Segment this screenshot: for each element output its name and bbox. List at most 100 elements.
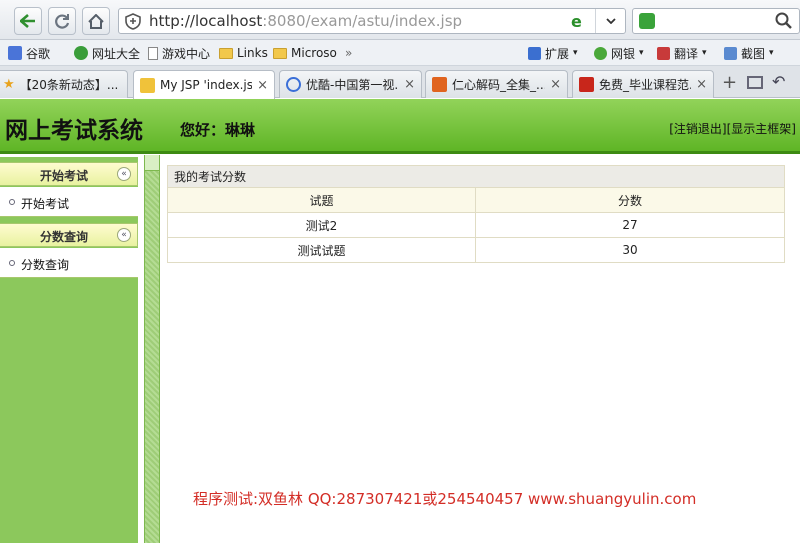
undo-close-icon[interactable]: ↶ [772, 72, 785, 91]
url-host: http://localhost [149, 12, 263, 30]
developer-note: 程序测试:双鱼林 QQ:287307421或254540457 www.shua… [193, 490, 697, 508]
collapse-icon[interactable]: « [117, 228, 131, 242]
site-header: 网上考试系统 您好：琳琳 [注销退出][显示主框架] [0, 99, 800, 154]
extensions-button[interactable]: 扩展 ▾ [528, 44, 578, 62]
home-button[interactable] [82, 7, 110, 35]
back-button[interactable] [14, 7, 42, 35]
caret-down-icon: ▾ [639, 48, 644, 58]
soku-icon [432, 77, 447, 92]
globe-icon [74, 46, 88, 60]
bookmarks-overflow-button[interactable]: » [345, 44, 352, 62]
table-caption-row: 我的考试分数 [167, 165, 785, 188]
address-dropdown-button[interactable] [595, 9, 625, 33]
bookmark-label: 网址大全 [92, 46, 141, 61]
address-bar[interactable]: http://localhost:8080/exam/astu/index.js… [118, 8, 626, 34]
home-icon [88, 13, 104, 29]
tab-close-button[interactable]: × [257, 78, 268, 93]
section-title: 分数查询 [40, 230, 89, 244]
sidebar: 开始考试 « 开始考试 分数查询 « 分数查询 [0, 157, 138, 543]
splitter-toggle[interactable] [145, 155, 159, 171]
collapse-icon[interactable]: « [117, 167, 131, 181]
bookmark-google[interactable]: 谷歌 [8, 44, 50, 62]
shield-icon [125, 13, 141, 33]
tab-label: 【20条新动态】... [19, 78, 119, 92]
tab-label: 免费_毕业课程范... [599, 78, 692, 92]
star-icon: ★ [3, 77, 15, 92]
bookmark-games[interactable]: 游戏中心 [148, 44, 210, 62]
user-greeting: 您好：琳琳 [180, 121, 256, 139]
pma-icon [140, 77, 155, 93]
play-icon [286, 77, 301, 92]
table-header-row: 试题 分数 [167, 187, 785, 213]
bookmark-links[interactable]: Links [219, 44, 268, 62]
bookmark-microsoft[interactable]: Microso [273, 44, 337, 62]
site-title: 网上考试系统 [5, 117, 143, 144]
bookmarks-bar: 谷歌 网址大全 游戏中心 Links Microso » 扩展 ▾ 网银 ▾ 翻译 ▾… [0, 40, 800, 66]
tab-list-icon[interactable] [747, 76, 763, 89]
tab-label: 优酷-中国第一视... [306, 78, 400, 92]
bookmark-sites[interactable]: 网址大全 [74, 44, 140, 62]
table-caption: 我的考试分数 [167, 165, 785, 188]
score-table: 我的考试分数 试题 分数 测试2 27 测试试题 30 [167, 165, 785, 263]
column-header-score: 分数 [475, 187, 785, 213]
sidebar-item-score-query[interactable]: 分数查询 [0, 248, 138, 278]
scissors-icon [724, 46, 737, 60]
tab-label: My JSP 'index.js... [160, 78, 253, 92]
tab-news[interactable]: ★ 【20条新动态】... [0, 70, 128, 98]
search-box[interactable] [632, 8, 800, 34]
score-cell: 27 [475, 212, 785, 238]
section-title: 开始考试 [40, 169, 89, 183]
tab-close-button[interactable]: × [550, 77, 561, 92]
search-icon[interactable] [775, 11, 793, 34]
score-cell: 30 [475, 237, 785, 263]
bullet-icon [9, 260, 15, 266]
url-path: :8080/exam/astu/index.jsp [262, 12, 463, 30]
tab-soku[interactable]: 仁心解码_全集_... × [425, 70, 568, 98]
caret-down-icon: ▾ [769, 48, 774, 58]
browser-toolbar: http://localhost:8080/exam/astu/index.js… [0, 0, 800, 40]
tab-free-course[interactable]: 免费_毕业课程范... × [572, 70, 714, 98]
screenshot-button[interactable]: 截图 ▾ [724, 44, 774, 62]
site-icon [579, 77, 594, 92]
bullet-icon [9, 199, 15, 205]
translate-icon [657, 46, 670, 60]
bookmark-label: 谷歌 [26, 46, 51, 61]
header-links: [注销退出][显示主框架] [669, 120, 796, 137]
table-row: 测试2 27 [167, 212, 785, 238]
translate-button[interactable]: 翻译 ▾ [657, 44, 707, 62]
shield-icon [594, 46, 607, 60]
sidebar-section-score-query[interactable]: 分数查询 « [0, 223, 138, 247]
tab-youku[interactable]: 优酷-中国第一视... × [279, 70, 422, 98]
caret-down-icon: ▾ [702, 48, 707, 58]
bank-button[interactable]: 网银 ▾ [594, 44, 644, 62]
show-frame-link[interactable]: [显示主框架] [727, 122, 796, 136]
sidebar-item-label: 开始考试 [21, 197, 70, 211]
refresh-button[interactable] [48, 7, 76, 35]
tab-strip: ★ 【20条新动态】... My JSP 'index.js... × 优酷-中… [0, 66, 800, 99]
page-icon [148, 46, 158, 60]
search-engine-icon[interactable] [639, 13, 655, 29]
tab-close-button[interactable]: × [696, 77, 707, 92]
url-text: http://localhost:8080/exam/astu/index.js… [149, 12, 462, 30]
ie-engine-icon[interactable]: e [571, 12, 582, 31]
arrow-left-icon [20, 14, 35, 28]
sidebar-section-start-exam[interactable]: 开始考试 « [0, 162, 138, 186]
puzzle-icon [528, 46, 541, 60]
table-row: 测试试题 30 [167, 237, 785, 263]
tool-label: 网银 [611, 46, 636, 61]
new-tab-button[interactable]: + [722, 72, 737, 93]
exam-name-cell: 测试试题 [167, 237, 476, 263]
frame-splitter[interactable] [144, 155, 160, 543]
column-header-exam: 试题 [167, 187, 476, 213]
tab-index-jsp[interactable]: My JSP 'index.js... × [133, 70, 275, 99]
exam-name-cell: 测试2 [167, 212, 476, 238]
logout-link[interactable]: [注销退出] [669, 122, 726, 136]
main-content: 我的考试分数 试题 分数 测试2 27 测试试题 30 [160, 157, 800, 543]
folder-icon [273, 47, 287, 59]
tool-label: 截图 [741, 46, 766, 61]
tab-close-button[interactable]: × [404, 77, 415, 92]
refresh-icon [55, 14, 70, 29]
sidebar-item-start-exam[interactable]: 开始考试 [0, 187, 138, 217]
caret-down-icon: ▾ [573, 48, 578, 58]
sidebar-item-label: 分数查询 [21, 258, 70, 272]
